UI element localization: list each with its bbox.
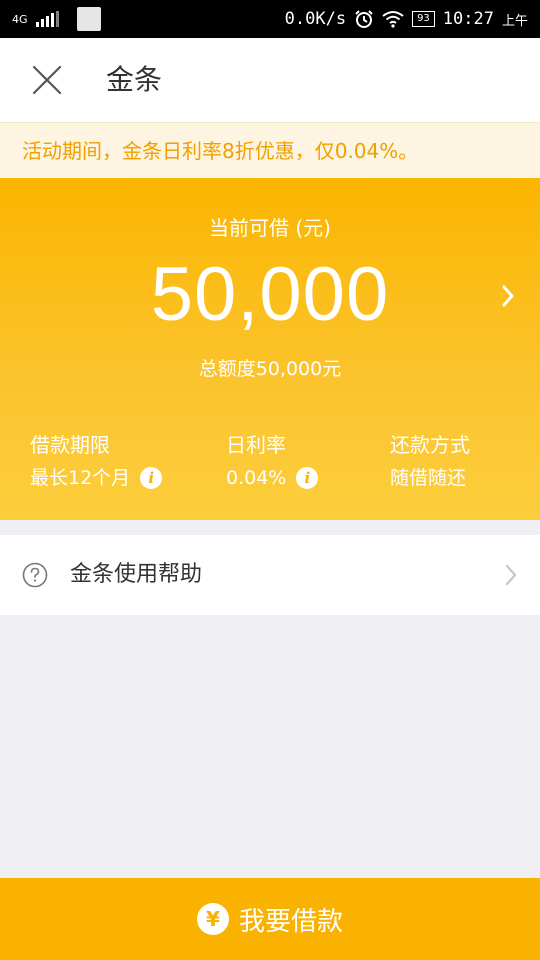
- wifi-icon: [382, 11, 404, 28]
- loan-term-value-row: 最长12个月 i: [30, 460, 163, 496]
- amount-detail-button[interactable]: [494, 278, 522, 314]
- alarm-icon: [355, 10, 373, 28]
- available-amount: 50,000: [150, 252, 390, 337]
- loan-term-value: 最长12个月: [30, 467, 131, 489]
- borrow-button-label: 我要借款: [238, 906, 343, 937]
- promo-notice: 活动期间，金条日利率8折优惠，仅0.04%。: [0, 122, 540, 178]
- status-bar-right: 0.0K/s 93 10:27 上午: [285, 0, 528, 38]
- credit-summary-card: 当前可借 (元) 50,000 总额度50,000元 借款期限 最长12个月 i…: [0, 178, 540, 520]
- loan-term-stat: 借款期限 最长12个月 i: [30, 430, 163, 496]
- daily-rate-value-row: 0.04% i: [226, 460, 319, 496]
- question-icon: [22, 562, 48, 588]
- status-bar-left: 4G: [12, 0, 101, 38]
- close-button[interactable]: [22, 57, 72, 103]
- repayment-method-stat: 还款方式 随借随还: [390, 430, 470, 496]
- network-speed: 0.0K/s: [284, 9, 347, 29]
- info-icon[interactable]: i: [140, 467, 163, 489]
- loan-terms: 借款期限 最长12个月 i 日利率 0.04% i 还款方式 随借随还: [0, 430, 540, 494]
- clock-ampm: 上午: [501, 13, 528, 29]
- network-type: 4G: [12, 12, 28, 26]
- daily-rate-label: 日利率: [226, 433, 286, 457]
- info-icon[interactable]: i: [296, 467, 319, 489]
- repayment-method-value: 随借随还: [390, 467, 467, 489]
- battery-icon: 93: [412, 11, 435, 27]
- daily-rate-stat: 日利率 0.04% i: [226, 430, 319, 496]
- repayment-method-value-row: 随借随还: [390, 460, 470, 496]
- chevron-right-icon: [502, 285, 514, 307]
- daily-rate-value: 0.04%: [226, 467, 287, 489]
- chevron-right-icon: [505, 564, 517, 586]
- yen-icon: ¥: [196, 903, 229, 935]
- help-label: 金条使用帮助: [70, 562, 203, 587]
- notification-thumbnail: [76, 7, 101, 31]
- borrow-button[interactable]: ¥ 我要借款: [0, 878, 540, 960]
- page-title: 金条: [106, 63, 163, 96]
- app-header: 金条: [0, 38, 540, 122]
- total-credit-limit: 总额度50,000元: [198, 358, 342, 380]
- close-icon: [32, 65, 62, 95]
- signal-icon: [35, 11, 59, 27]
- repayment-method-label: 还款方式: [390, 433, 470, 457]
- loan-term-label: 借款期限: [30, 433, 110, 457]
- available-amount-caption: 当前可借 (元): [209, 216, 331, 240]
- status-bar: 4G 0.0K/s 93 10:27 上午: [0, 0, 540, 38]
- clock: 10:27: [442, 9, 494, 29]
- help-row[interactable]: 金条使用帮助: [0, 535, 540, 615]
